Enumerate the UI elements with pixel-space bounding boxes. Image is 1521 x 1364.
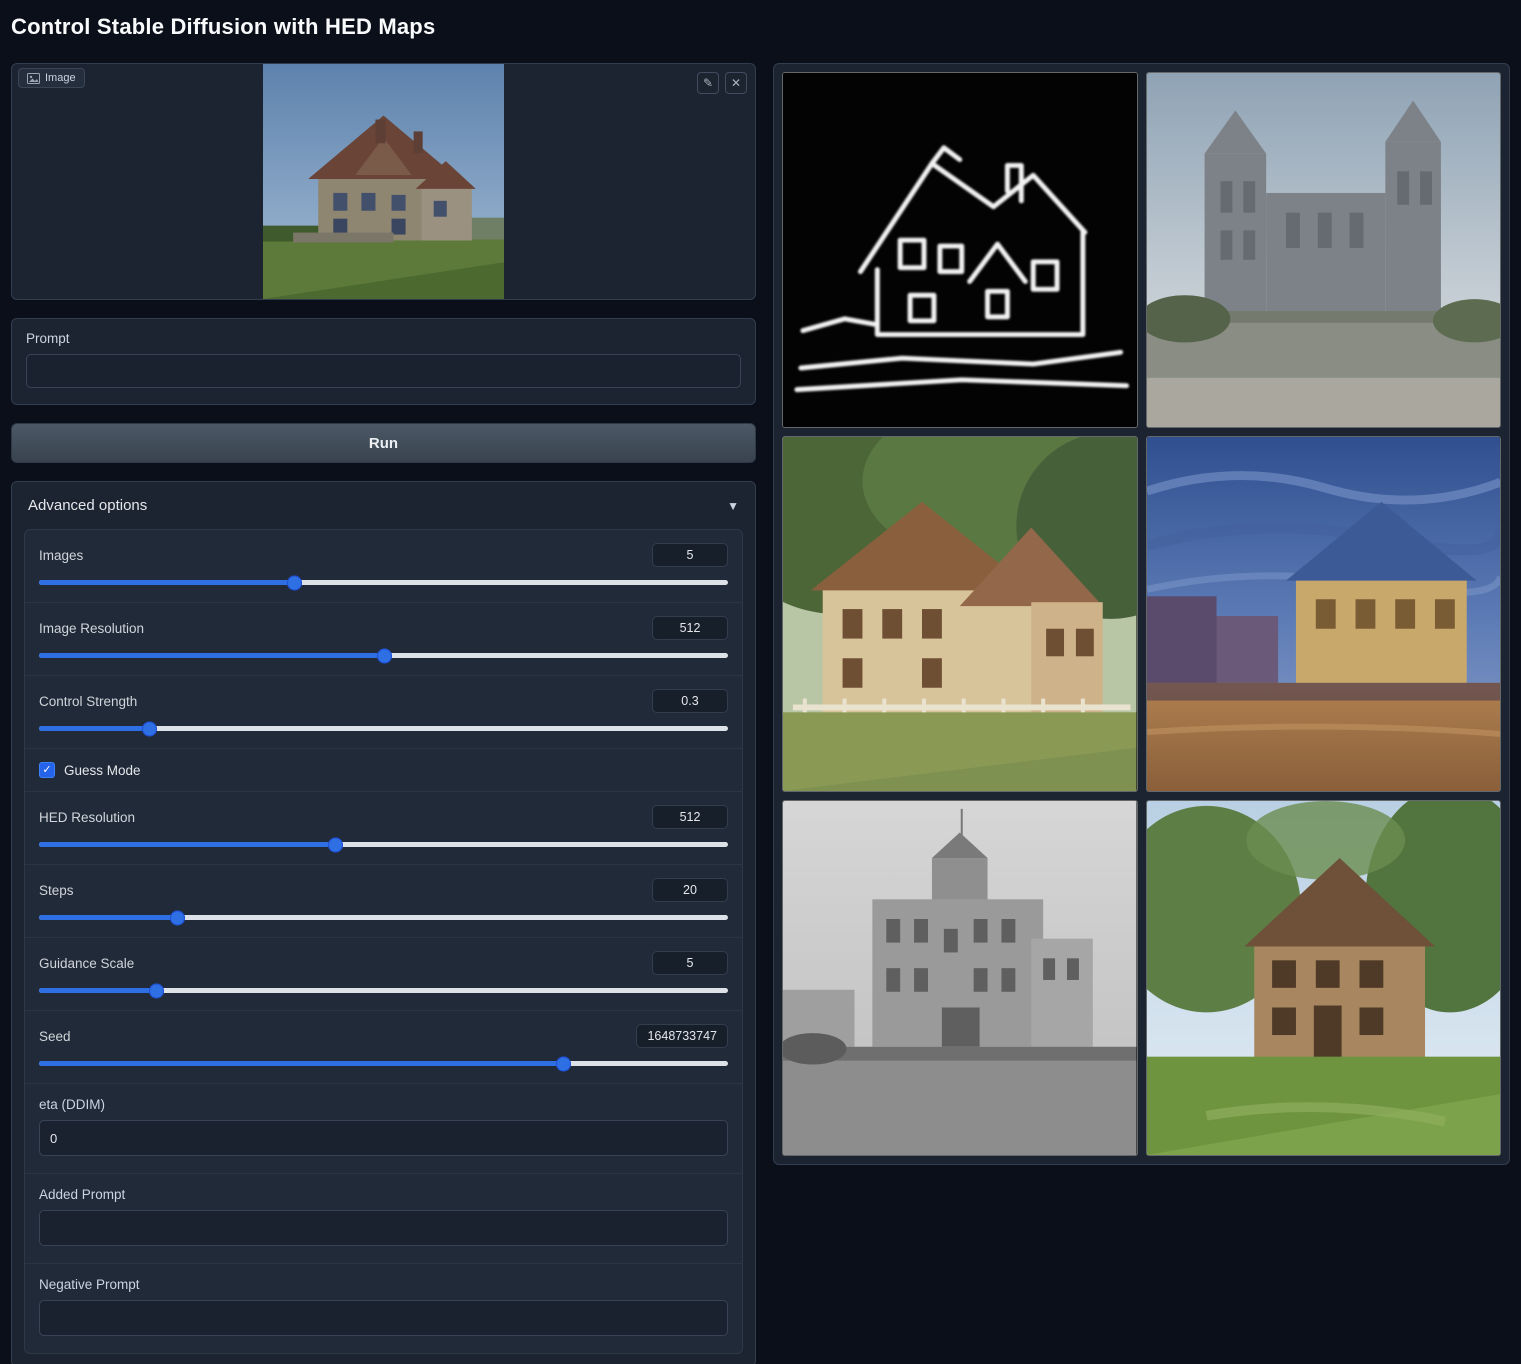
- slider-image-resolution: Image Resolution 512: [25, 603, 742, 676]
- slider-value-input[interactable]: 512: [652, 805, 728, 829]
- slider-value-input[interactable]: 5: [652, 543, 728, 567]
- edit-icon: ✎: [703, 76, 713, 90]
- gallery-item-house-trees[interactable]: [1146, 800, 1502, 1156]
- slider-label: Image Resolution: [39, 621, 144, 636]
- slider-track[interactable]: [39, 915, 728, 920]
- added-prompt-field-group: Added Prompt: [25, 1174, 742, 1264]
- advanced-options-header[interactable]: Advanced options ▼: [12, 482, 755, 529]
- slider-value-input[interactable]: 512: [652, 616, 728, 640]
- eta-label: eta (DDIM): [39, 1097, 728, 1112]
- eta-field-group: eta (DDIM): [25, 1084, 742, 1174]
- slider-value-input[interactable]: 5: [652, 951, 728, 975]
- slider-label: Control Strength: [39, 694, 137, 709]
- slider-thumb[interactable]: [149, 983, 164, 998]
- added-prompt-label: Added Prompt: [39, 1187, 728, 1202]
- house-photo-illustration: [263, 64, 504, 299]
- slider-thumb[interactable]: [556, 1056, 571, 1071]
- slider-thumb[interactable]: [170, 910, 185, 925]
- gallery-item-bw-photo[interactable]: [782, 800, 1138, 1156]
- negative-prompt-field-group: Negative Prompt: [25, 1264, 742, 1353]
- hed-edge-map-image: [783, 73, 1137, 427]
- slider-thumb[interactable]: [328, 837, 343, 852]
- gallery-item-house-painting[interactable]: [782, 436, 1138, 792]
- guess-mode-label: Guess Mode: [64, 763, 141, 778]
- slider-track[interactable]: [39, 1061, 728, 1066]
- guess-mode-checkbox[interactable]: ✓ Guess Mode: [25, 749, 742, 792]
- bw-building-image: [783, 801, 1137, 1155]
- slider-steps: Steps 20: [25, 865, 742, 938]
- slider-track[interactable]: [39, 580, 728, 585]
- slider-track[interactable]: [39, 842, 728, 847]
- victorian-house-image: [783, 437, 1137, 791]
- chevron-down-icon: ▼: [727, 499, 739, 513]
- advanced-options-title: Advanced options: [28, 497, 147, 514]
- slider-label: Guidance Scale: [39, 956, 134, 971]
- image-icon: [27, 73, 40, 84]
- prompt-label: Prompt: [26, 331, 741, 346]
- image-label: Image: [45, 72, 76, 84]
- slider-images: Images 5: [25, 530, 742, 603]
- close-icon: ✕: [731, 76, 741, 90]
- stylized-blue-painting-image: [1147, 437, 1501, 791]
- checkbox-checked-icon[interactable]: ✓: [39, 762, 55, 778]
- slider-track[interactable]: [39, 726, 728, 731]
- clear-image-button[interactable]: ✕: [725, 72, 747, 94]
- gallery-item-stylized-painting[interactable]: [1146, 436, 1502, 792]
- slider-seed: Seed 1648733747: [25, 1011, 742, 1084]
- image-input[interactable]: Image ✎ ✕: [11, 63, 756, 300]
- image-toolbar: ✎ ✕: [697, 72, 747, 94]
- added-prompt-input[interactable]: [39, 1210, 728, 1246]
- slider-thumb[interactable]: [377, 648, 392, 663]
- output-gallery: [773, 63, 1510, 1165]
- eta-input[interactable]: [39, 1120, 728, 1156]
- slider-guidance-scale: Guidance Scale 5: [25, 938, 742, 1011]
- uploaded-image[interactable]: [263, 64, 504, 299]
- slider-control-strength: Control Strength 0.3: [25, 676, 742, 749]
- house-with-trees-image: [1147, 801, 1501, 1155]
- gallery-item-castle[interactable]: [1146, 72, 1502, 428]
- negative-prompt-label: Negative Prompt: [39, 1277, 728, 1292]
- image-label-badge: Image: [18, 68, 85, 88]
- advanced-options-accordion: Advanced options ▼ Images 5 Image Resolu…: [11, 481, 756, 1364]
- slider-label: Steps: [39, 883, 74, 898]
- slider-thumb[interactable]: [287, 575, 302, 590]
- check-icon: ✓: [42, 765, 51, 776]
- slider-label: Images: [39, 548, 83, 563]
- slider-label: HED Resolution: [39, 810, 135, 825]
- slider-value-input[interactable]: 1648733747: [636, 1024, 728, 1048]
- gallery-item-hed-map[interactable]: [782, 72, 1138, 428]
- castle-ruins-image: [1147, 73, 1501, 427]
- prompt-input[interactable]: [26, 354, 741, 388]
- slider-track[interactable]: [39, 653, 728, 658]
- slider-value-input[interactable]: 0.3: [652, 689, 728, 713]
- left-column: Image ✎ ✕: [11, 63, 756, 1364]
- slider-label: Seed: [39, 1029, 71, 1044]
- edit-image-button[interactable]: ✎: [697, 72, 719, 94]
- prompt-field-group: Prompt: [11, 318, 756, 405]
- advanced-options-body: Images 5 Image Resolution 512: [24, 529, 743, 1354]
- slider-hed-resolution: HED Resolution 512: [25, 792, 742, 865]
- run-button[interactable]: Run: [11, 423, 756, 463]
- negative-prompt-input[interactable]: [39, 1300, 728, 1336]
- slider-value-input[interactable]: 20: [652, 878, 728, 902]
- slider-thumb[interactable]: [142, 721, 157, 736]
- slider-track[interactable]: [39, 988, 728, 993]
- app-root: Control Stable Diffusion with HED Maps I…: [0, 0, 1521, 1364]
- page-title: Control Stable Diffusion with HED Maps: [11, 14, 435, 40]
